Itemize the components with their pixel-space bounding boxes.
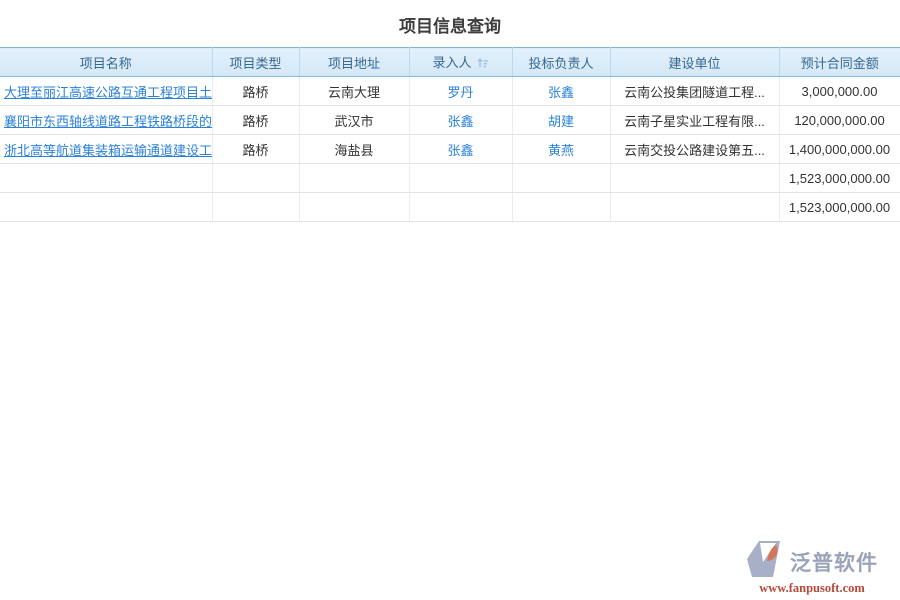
table-row: 大理至丽江高速公路互通工程项目土 路桥 云南大理 罗丹 张鑫 云南公投集团隧道工… <box>0 77 900 106</box>
project-address-cell: 海盐县 <box>299 135 409 164</box>
estimated-amount-cell: 3,000,000.00 <box>779 77 900 106</box>
entry-person-cell: 罗丹 <box>409 77 512 106</box>
page-title: 项目信息查询 <box>0 0 900 47</box>
entry-person-link[interactable]: 张鑫 <box>447 143 473 158</box>
col-header-project-address[interactable]: 项目地址 <box>299 48 409 77</box>
col-header-estimated-amount[interactable]: 预计合同金额 <box>779 48 900 77</box>
construction-unit-cell <box>610 164 779 193</box>
bid-manager-cell: 胡建 <box>512 106 610 135</box>
table-row: 1,523,000,000.00 <box>0 193 900 222</box>
project-address-cell: 武汉市 <box>299 106 409 135</box>
entry-person-link[interactable]: 罗丹 <box>447 85 473 100</box>
bid-manager-link[interactable]: 胡建 <box>548 114 574 129</box>
entry-person-cell: 张鑫 <box>409 135 512 164</box>
bid-manager-cell <box>512 164 610 193</box>
project-name-cell: 大理至丽江高速公路互通工程项目土 <box>0 77 212 106</box>
project-type-cell: 路桥 <box>212 135 299 164</box>
col-header-bid-manager[interactable]: 投标负责人 <box>512 48 610 77</box>
bid-manager-link[interactable]: 黄燕 <box>548 143 574 158</box>
project-name-cell: 浙北高等航道集装箱运输通道建设工 <box>0 135 212 164</box>
project-type-cell: 路桥 <box>212 77 299 106</box>
entry-person-cell: 张鑫 <box>409 106 512 135</box>
estimated-amount-cell: 1,400,000,000.00 <box>779 135 900 164</box>
project-type-cell: 路桥 <box>212 106 299 135</box>
project-address-cell <box>299 193 409 222</box>
project-name-link[interactable]: 襄阳市东西轴线道路工程铁路桥段的 <box>4 114 212 129</box>
col-header-project-type[interactable]: 项目类型 <box>212 48 299 77</box>
project-address-cell: 云南大理 <box>299 77 409 106</box>
construction-unit-cell: 云南公投集团隧道工程... <box>610 77 779 106</box>
project-name-cell <box>0 193 212 222</box>
subtotal-amount-cell: 1,523,000,000.00 <box>779 164 900 193</box>
project-name-link[interactable]: 大理至丽江高速公路互通工程项目土 <box>4 85 212 100</box>
col-header-construction-unit[interactable]: 建设单位 <box>610 48 779 77</box>
entry-person-cell <box>409 164 512 193</box>
table-row: 襄阳市东西轴线道路工程铁路桥段的 路桥 武汉市 张鑫 胡建 云南子星实业工程有限… <box>0 106 900 135</box>
project-name-cell: 襄阳市东西轴线道路工程铁路桥段的 <box>0 106 212 135</box>
table-row: 1,523,000,000.00 <box>0 164 900 193</box>
construction-unit-cell: 云南交投公路建设第五... <box>610 135 779 164</box>
project-type-cell <box>212 164 299 193</box>
construction-unit-cell: 云南子星实业工程有限... <box>610 106 779 135</box>
bid-manager-cell <box>512 193 610 222</box>
bid-manager-cell: 张鑫 <box>512 77 610 106</box>
table-row: 浙北高等航道集装箱运输通道建设工 路桥 海盐县 张鑫 黄燕 云南交投公路建设第五… <box>0 135 900 164</box>
vendor-watermark: 泛普软件 www.fanpusoft.com <box>732 540 892 596</box>
project-info-table: 项目名称 项目类型 项目地址 录入人 投标负责人 建设单位 预计合同金额 大理至… <box>0 47 900 222</box>
project-name-link[interactable]: 浙北高等航道集装箱运输通道建设工 <box>4 143 212 158</box>
entry-person-link[interactable]: 张鑫 <box>447 114 473 129</box>
project-type-cell <box>212 193 299 222</box>
col-header-entry-person[interactable]: 录入人 <box>409 48 512 77</box>
bid-manager-link[interactable]: 张鑫 <box>548 85 574 100</box>
estimated-amount-cell: 120,000,000.00 <box>779 106 900 135</box>
col-header-project-name[interactable]: 项目名称 <box>0 48 212 77</box>
vendor-name: 泛普软件 <box>790 547 878 577</box>
vendor-url[interactable]: www.fanpusoft.com <box>732 581 892 596</box>
fanpu-logo-icon <box>746 540 786 583</box>
col-header-entry-person-label: 录入人 <box>432 55 471 70</box>
sort-ascending-icon[interactable] <box>477 57 489 72</box>
entry-person-cell <box>409 193 512 222</box>
construction-unit-cell <box>610 193 779 222</box>
bid-manager-cell: 黄燕 <box>512 135 610 164</box>
project-address-cell <box>299 164 409 193</box>
total-amount-cell: 1,523,000,000.00 <box>779 193 900 222</box>
table-header-row: 项目名称 项目类型 项目地址 录入人 投标负责人 建设单位 预计合同金额 <box>0 48 900 77</box>
project-name-cell <box>0 164 212 193</box>
